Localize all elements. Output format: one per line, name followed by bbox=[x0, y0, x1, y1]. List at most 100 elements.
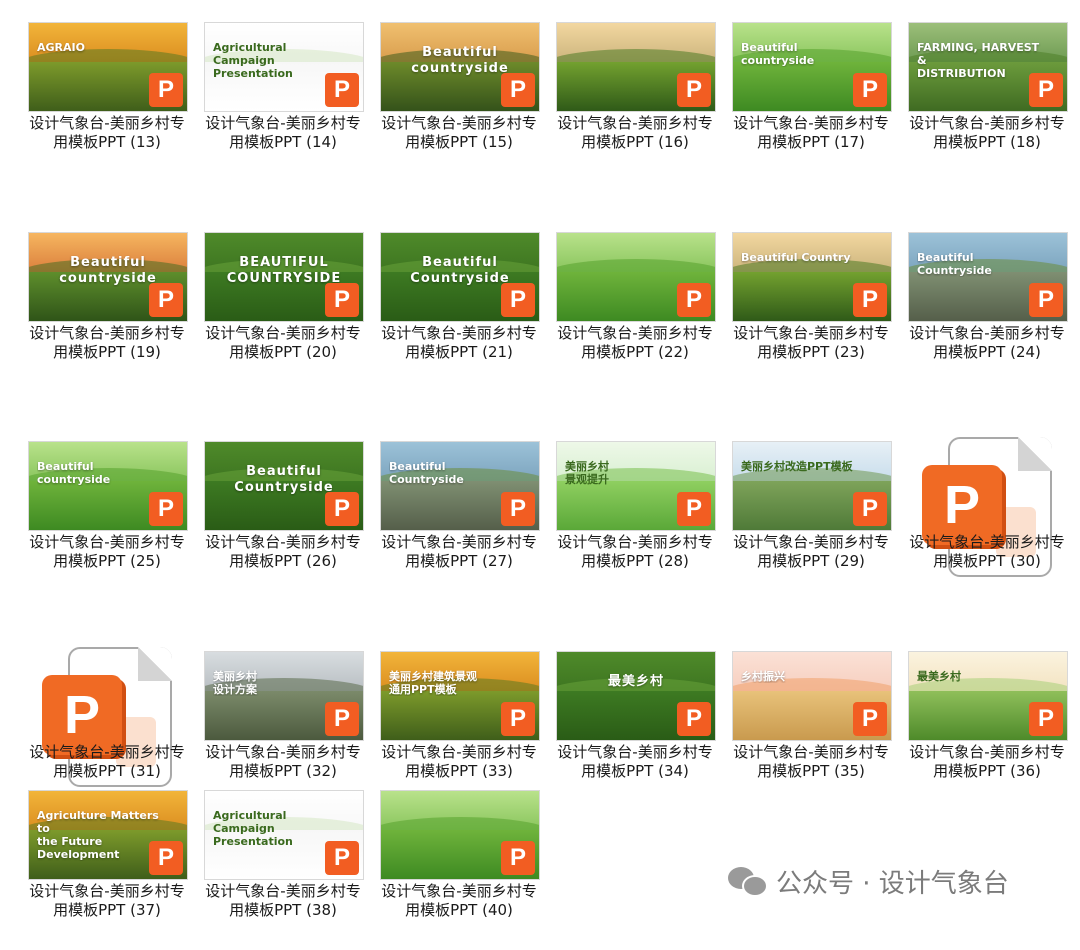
file-name: 设计气象台-美丽乡村专用模板PPT (36) bbox=[909, 743, 1065, 780]
thumbnail-title: Beautiful Countryside bbox=[917, 251, 992, 277]
file-item[interactable]: P 设计气象台-美丽乡村专用模板PPT (31) bbox=[22, 647, 192, 811]
file-name: 设计气象台-美丽乡村专用模板PPT (15) bbox=[381, 114, 537, 151]
thumbnail-image: P bbox=[556, 232, 716, 322]
file-name: 设计气象台-美丽乡村专用模板PPT (23) bbox=[733, 324, 889, 361]
thumbnail-image: Beautiful Countryside P bbox=[204, 441, 364, 531]
powerpoint-icon: P bbox=[325, 492, 359, 526]
thumbnail-image: Agricultural Campaign Presentation P bbox=[204, 790, 364, 880]
thumbnail-image: 乡村振兴 P bbox=[732, 651, 892, 741]
powerpoint-icon: P bbox=[501, 841, 535, 875]
powerpoint-icon: P bbox=[149, 283, 183, 317]
file-item[interactable]: P 设计气象台-美丽乡村专用模板PPT (40) bbox=[374, 790, 544, 950]
file-item[interactable]: Agriculture Matters to the Future Develo… bbox=[22, 790, 192, 950]
file-name: 设计气象台-美丽乡村专用模板PPT (28) bbox=[557, 533, 713, 570]
powerpoint-icon: P bbox=[149, 841, 183, 875]
powerpoint-icon: P bbox=[677, 73, 711, 107]
powerpoint-icon: P bbox=[501, 702, 535, 736]
thumbnail-image: Beautiful countryside P bbox=[28, 232, 188, 322]
file-item[interactable]: Beautiful Country P 设计气象台-美丽乡村专用模板PPT (23) bbox=[726, 232, 896, 392]
thumbnail-image: 美丽乡村 设计方案 P bbox=[204, 651, 364, 741]
powerpoint-icon: P bbox=[1029, 702, 1063, 736]
file-name: 设计气象台-美丽乡村专用模板PPT (16) bbox=[557, 114, 713, 151]
file-item[interactable]: 美丽乡村建筑景观 通用PPT模板 P 设计气象台-美丽乡村专用模板PPT (33) bbox=[374, 651, 544, 811]
file-item[interactable]: Beautiful Countryside P 设计气象台-美丽乡村专用模板PPT … bbox=[374, 441, 544, 601]
file-name: 设计气象台-美丽乡村专用模板PPT (30) bbox=[909, 533, 1065, 570]
watermark-text: 公众号 · 设计气象台 bbox=[776, 868, 1009, 899]
powerpoint-icon: P bbox=[853, 283, 887, 317]
powerpoint-icon: P bbox=[325, 73, 359, 107]
page-fold bbox=[138, 647, 172, 681]
thumbnail-image: Beautiful Countryside P bbox=[380, 232, 540, 322]
thumbnail-title: FARMING, HARVEST & DISTRIBUTION bbox=[917, 41, 1040, 80]
thumbnail-image: 最美乡村 P bbox=[908, 651, 1068, 741]
powerpoint-icon: P bbox=[677, 702, 711, 736]
thumbnail-image: Beautiful Countryside P bbox=[380, 441, 540, 531]
file-name: 设计气象台-美丽乡村专用模板PPT (22) bbox=[557, 324, 713, 361]
file-item[interactable]: 美丽乡村改造PPT模板 P 设计气象台-美丽乡村专用模板PPT (29) bbox=[726, 441, 896, 601]
file-item[interactable]: 乡村振兴 P 设计气象台-美丽乡村专用模板PPT (35) bbox=[726, 651, 896, 811]
file-item[interactable]: 最美乡村 P 设计气象台-美丽乡村专用模板PPT (34) bbox=[550, 651, 720, 811]
file-name: 设计气象台-美丽乡村专用模板PPT (37) bbox=[29, 882, 185, 919]
thumbnail-image: Beautiful countryside P bbox=[732, 22, 892, 112]
thumbnail-image: Agriculture Matters to the Future Develo… bbox=[28, 790, 188, 880]
thumbnail-image: Beautiful Countryside P bbox=[908, 232, 1068, 322]
file-name: 设计气象台-美丽乡村专用模板PPT (14) bbox=[205, 114, 361, 151]
powerpoint-icon: P bbox=[1029, 73, 1063, 107]
thumbnail-title: Beautiful countryside bbox=[37, 460, 111, 486]
thumbnail-image: 美丽乡村建筑景观 通用PPT模板 P bbox=[380, 651, 540, 741]
file-item[interactable]: BEAUTIFUL COUNTRYSIDE P 设计气象台-美丽乡村专用模板PPT … bbox=[198, 232, 368, 392]
file-item[interactable]: P 设计气象台-美丽乡村专用模板PPT (16) bbox=[550, 22, 720, 182]
thumbnail-title: Beautiful Country bbox=[741, 251, 851, 264]
file-name: 设计气象台-美丽乡村专用模板PPT (27) bbox=[381, 533, 537, 570]
file-name: 设计气象台-美丽乡村专用模板PPT (40) bbox=[381, 882, 537, 919]
powerpoint-icon: P bbox=[501, 492, 535, 526]
thumbnail-title: 最美乡村 bbox=[917, 670, 961, 683]
file-name: 设计气象台-美丽乡村专用模板PPT (31) bbox=[29, 743, 185, 780]
file-item[interactable]: 美丽乡村 景观提升 P 设计气象台-美丽乡村专用模板PPT (28) bbox=[550, 441, 720, 601]
file-item[interactable]: 美丽乡村 设计方案 P 设计气象台-美丽乡村专用模板PPT (32) bbox=[198, 651, 368, 811]
file-name: 设计气象台-美丽乡村专用模板PPT (25) bbox=[29, 533, 185, 570]
file-item[interactable]: Beautiful countryside P 设计气象台-美丽乡村专用模板PPT … bbox=[22, 232, 192, 392]
thumbnail-image: Agricultural Campaign Presentation P bbox=[204, 22, 364, 112]
thumbnail-title: 美丽乡村 景观提升 bbox=[565, 460, 609, 486]
powerpoint-icon: P bbox=[325, 702, 359, 736]
thumbnail-image: 美丽乡村改造PPT模板 P bbox=[732, 441, 892, 531]
thumbnail-title: Agricultural Campaign Presentation bbox=[213, 809, 293, 848]
thumbnail-title: 美丽乡村建筑景观 通用PPT模板 bbox=[389, 670, 477, 696]
thumbnail-image: 美丽乡村 景观提升 P bbox=[556, 441, 716, 531]
file-name: 设计气象台-美丽乡村专用模板PPT (18) bbox=[909, 114, 1065, 151]
thumbnail-title: 美丽乡村 设计方案 bbox=[213, 670, 257, 696]
file-name: 设计气象台-美丽乡村专用模板PPT (24) bbox=[909, 324, 1065, 361]
file-item[interactable]: Beautiful countryside P 设计气象台-美丽乡村专用模板PPT … bbox=[374, 22, 544, 182]
file-item[interactable]: P 设计气象台-美丽乡村专用模板PPT (22) bbox=[550, 232, 720, 392]
powerpoint-icon: P bbox=[853, 492, 887, 526]
thumbnail-title: Beautiful Countryside bbox=[389, 460, 464, 486]
file-name: 设计气象台-美丽乡村专用模板PPT (20) bbox=[205, 324, 361, 361]
file-item[interactable]: P 设计气象台-美丽乡村专用模板PPT (30) bbox=[902, 437, 1072, 601]
powerpoint-icon: P bbox=[325, 841, 359, 875]
file-item[interactable]: Beautiful countryside P 设计气象台-美丽乡村专用模板PPT … bbox=[22, 441, 192, 601]
ppt-file-icon: P bbox=[28, 647, 188, 787]
file-name: 设计气象台-美丽乡村专用模板PPT (26) bbox=[205, 533, 361, 570]
powerpoint-icon: P bbox=[149, 73, 183, 107]
powerpoint-icon: P bbox=[149, 492, 183, 526]
file-item[interactable]: FARMING, HARVEST & DISTRIBUTION P 设计气象台-美丽… bbox=[902, 22, 1072, 182]
thumbnail-title: 乡村振兴 bbox=[741, 670, 785, 683]
file-item[interactable]: Beautiful Countryside P 设计气象台-美丽乡村专用模板PPT … bbox=[902, 232, 1072, 392]
file-item[interactable]: 最美乡村 P 设计气象台-美丽乡村专用模板PPT (36) bbox=[902, 651, 1072, 811]
powerpoint-icon: P bbox=[1029, 283, 1063, 317]
thumbnail-image: P bbox=[556, 22, 716, 112]
file-item[interactable]: Agricultural Campaign Presentation P 设计气象台… bbox=[198, 790, 368, 950]
file-name: 设计气象台-美丽乡村专用模板PPT (34) bbox=[557, 743, 713, 780]
thumbnail-image: Beautiful countryside P bbox=[28, 441, 188, 531]
file-item[interactable]: Beautiful Countryside P 设计气象台-美丽乡村专用模板PPT … bbox=[198, 441, 368, 601]
thumbnail-image: BEAUTIFUL COUNTRYSIDE P bbox=[204, 232, 364, 322]
file-item[interactable]: Beautiful Countryside P 设计气象台-美丽乡村专用模板PPT … bbox=[374, 232, 544, 392]
file-item[interactable]: Agricultural Campaign Presentation P 设计气象台… bbox=[198, 22, 368, 182]
powerpoint-icon: P bbox=[853, 702, 887, 736]
thumbnail-image: FARMING, HARVEST & DISTRIBUTION P bbox=[908, 22, 1068, 112]
file-item[interactable]: Beautiful countryside P 设计气象台-美丽乡村专用模板PPT … bbox=[726, 22, 896, 182]
powerpoint-icon: P bbox=[501, 283, 535, 317]
thumbnail-title: Agriculture Matters to the Future Develo… bbox=[37, 809, 159, 861]
file-item[interactable]: AGRAIO P 设计气象台-美丽乡村专用模板PPT (13) bbox=[22, 22, 192, 182]
